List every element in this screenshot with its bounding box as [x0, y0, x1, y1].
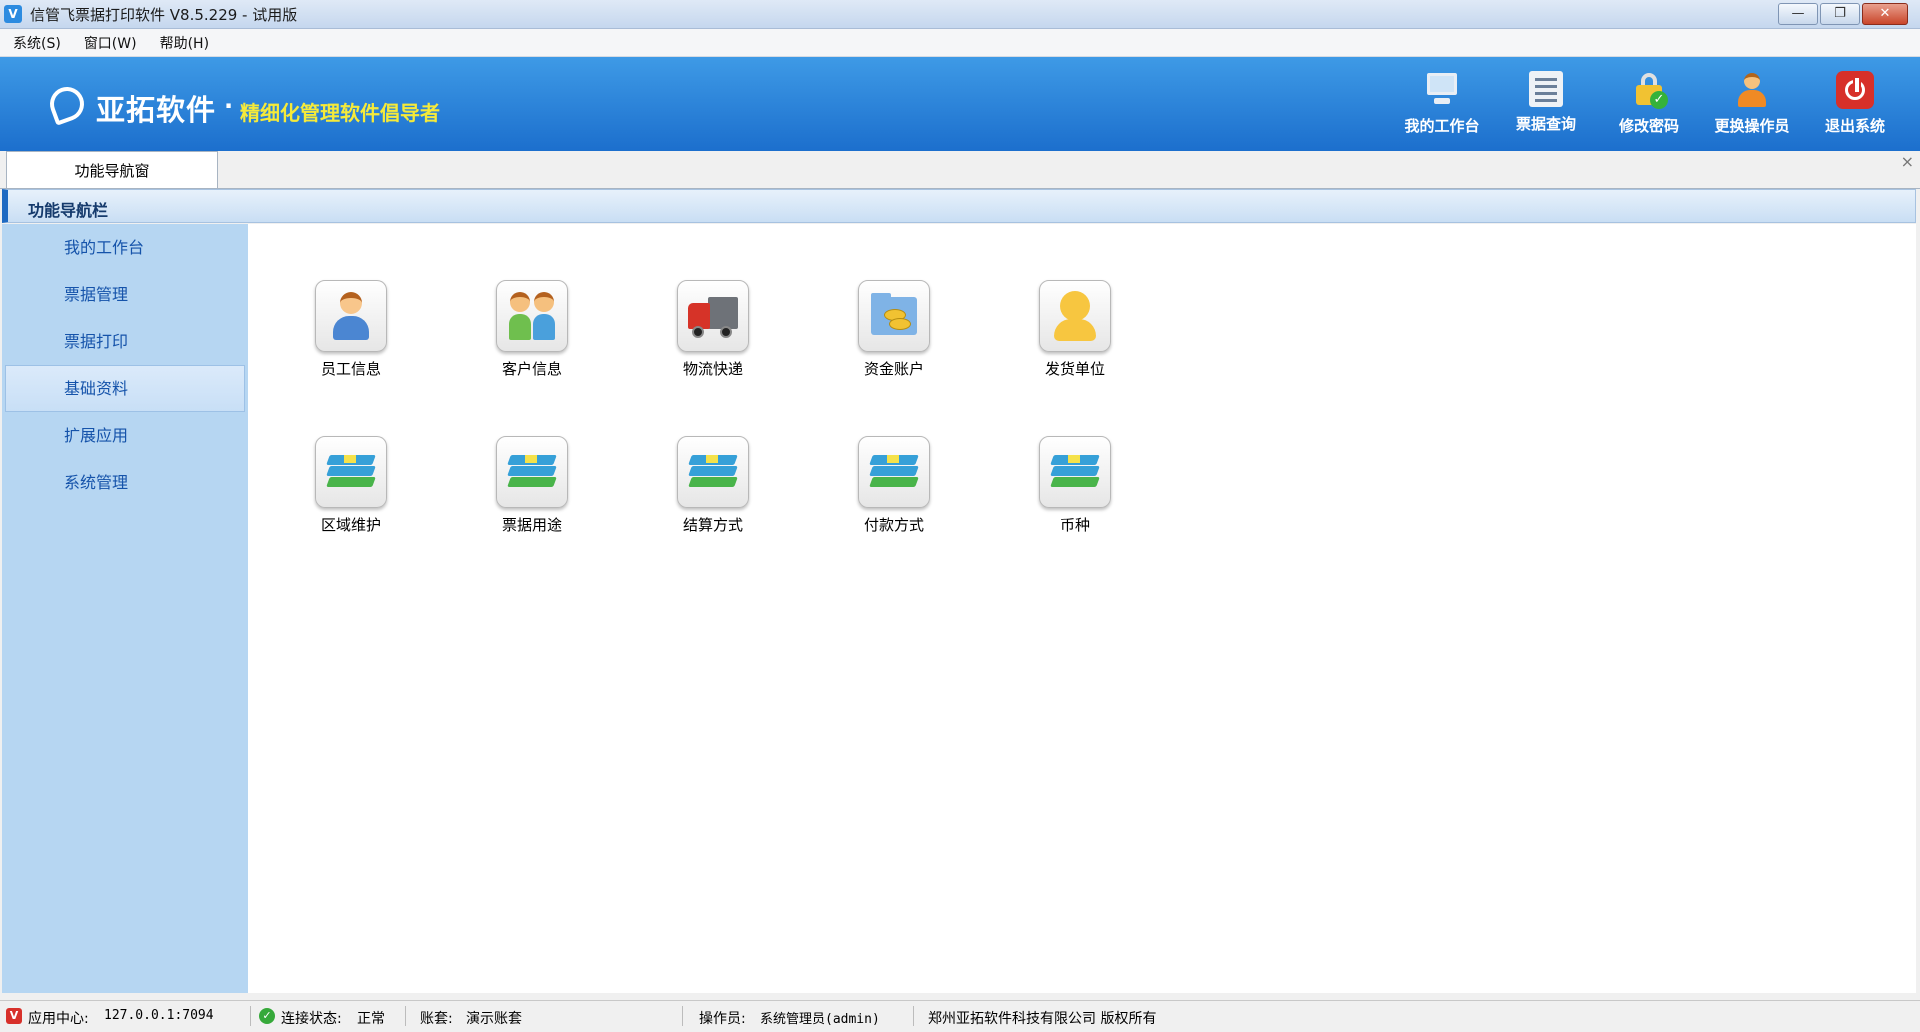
grid-item-shipping-unit[interactable]: 发货单位: [1000, 280, 1150, 379]
brand-name: 亚拓软件: [96, 93, 217, 127]
grid-item-label: 区域维护: [320, 516, 381, 534]
shipper-icon: [1039, 280, 1111, 352]
sidebar-item-system-management[interactable]: 系统管理: [2, 459, 248, 506]
app-center-icon: V: [6, 1008, 22, 1024]
tab-function-navigation[interactable]: 功能导航窗: [6, 151, 218, 188]
monitor-icon: [1423, 71, 1461, 109]
power-icon: [1836, 71, 1874, 109]
grid-item-label: 票据用途: [501, 516, 562, 534]
account-value: 演示账套: [466, 1011, 522, 1027]
app-center-label: 应用中心:: [28, 1011, 89, 1027]
nav-panel-header: 功能导航栏: [2, 189, 1916, 223]
grid-item-label: 付款方式: [863, 516, 924, 534]
toolbar-switch-operator-button[interactable]: 更换操作员: [1702, 71, 1802, 136]
grid-item-label: 员工信息: [320, 360, 381, 378]
toolbar-change-password-button[interactable]: ✓ 修改密码: [1599, 71, 1699, 136]
restore-button[interactable]: ❐: [1820, 3, 1860, 25]
toolbar-label: 修改密码: [1618, 117, 1679, 135]
grid-item-customer-info[interactable]: 客户信息: [457, 280, 607, 379]
toolbar-label: 更换操作员: [1714, 117, 1790, 135]
grid-item-label: 结算方式: [682, 516, 743, 534]
brand-slogan: 精细化管理软件倡导者: [240, 101, 440, 125]
employee-icon: [315, 280, 387, 352]
grid-item-ticket-purpose[interactable]: 票据用途: [457, 436, 607, 535]
grid-item-fund-account[interactable]: 资金账户: [819, 280, 969, 379]
sidebar-item-basic-data[interactable]: 基础资料: [5, 365, 245, 412]
brand-logo-icon: [45, 82, 89, 126]
status-divider: [913, 1006, 914, 1026]
status-bar: V 应用中心: 127.0.0.1:7094 ✓ 连接状态: 正常 账套: 演示…: [0, 1000, 1920, 1032]
sidebar-item-ticket-printing[interactable]: 票据打印: [2, 318, 248, 365]
grid-item-payment-method[interactable]: 付款方式: [819, 436, 969, 535]
books-icon: [1039, 436, 1111, 508]
toolbar-label: 我的工作台: [1404, 117, 1480, 135]
menu-window[interactable]: 窗口(W): [71, 33, 147, 53]
grid-item-label: 发货单位: [1044, 360, 1105, 378]
header-banner: 亚拓软件 · 精细化管理软件倡导者 我的工作台 票据查询 ✓ 修改密码 更换操作…: [0, 57, 1920, 151]
window-controls: — ❐ ✕: [1778, 3, 1908, 25]
app-center-value: 127.0.0.1:7094: [104, 1008, 214, 1023]
list-icon: [1529, 71, 1563, 107]
books-icon: [496, 436, 568, 508]
toolbar-my-workbench-button[interactable]: 我的工作台: [1392, 71, 1492, 136]
grid-item-region[interactable]: 区域维护: [276, 436, 426, 535]
grid-item-label: 资金账户: [863, 360, 924, 378]
connection-value: 正常: [357, 1011, 385, 1027]
grid-item-label: 客户信息: [501, 360, 562, 378]
tab-strip: 功能导航窗 ×: [0, 151, 1920, 189]
operator-value: 系统管理员(admin): [760, 1012, 880, 1027]
toolbar-label: 退出系统: [1824, 117, 1885, 135]
menu-help[interactable]: 帮助(H): [147, 33, 219, 53]
toolbar-ticket-query-button[interactable]: 票据查询: [1496, 71, 1596, 134]
status-divider: [405, 1006, 406, 1026]
connection-label: 连接状态:: [281, 1011, 342, 1027]
status-divider: [682, 1006, 683, 1026]
close-icon[interactable]: ×: [1901, 152, 1914, 171]
nav-panel-title: 功能导航栏: [28, 201, 109, 220]
toolbar-exit-button[interactable]: 退出系统: [1805, 71, 1905, 136]
fund-folder-icon: [858, 280, 930, 352]
check-icon: ✓: [259, 1008, 275, 1024]
status-divider: [250, 1006, 251, 1026]
menu-system[interactable]: 系统(S): [0, 33, 71, 53]
toolbar-label: 票据查询: [1515, 115, 1576, 133]
account-label: 账套:: [420, 1011, 453, 1027]
person-icon: [1733, 71, 1771, 109]
window-title: 信管飞票据打印软件 V8.5.229 - 试用版: [30, 6, 298, 24]
truck-icon: [677, 280, 749, 352]
grid-item-settlement-method[interactable]: 结算方式: [638, 436, 788, 535]
grid-item-logistics[interactable]: 物流快递: [638, 280, 788, 379]
sidebar: 我的工作台 票据管理 票据打印 基础资料 扩展应用 系统管理: [2, 224, 248, 993]
copyright-text: 郑州亚拓软件科技有限公司 版权所有: [928, 1011, 1157, 1027]
grid-item-currency[interactable]: 币种: [1000, 436, 1150, 535]
grid-item-employee-info[interactable]: 员工信息: [276, 280, 426, 379]
grid-item-label: 物流快递: [682, 360, 743, 378]
operator-label: 操作员:: [699, 1011, 746, 1027]
menu-bar: 系统(S) 窗口(W) 帮助(H): [0, 29, 1920, 57]
app-logo-icon: V: [4, 5, 22, 23]
minimize-button[interactable]: —: [1778, 3, 1818, 25]
books-icon: [315, 436, 387, 508]
lock-icon: ✓: [1630, 71, 1668, 109]
customers-icon: [496, 280, 568, 352]
main-content: 员工信息 客户信息 物流快递 资金账户 发货单位 区域维护 票据用途 结算方式 …: [248, 224, 1916, 993]
books-icon: [677, 436, 749, 508]
sidebar-item-ticket-management[interactable]: 票据管理: [2, 271, 248, 318]
close-button[interactable]: ✕: [1862, 3, 1908, 25]
brand-separator: ·: [224, 92, 234, 120]
title-bar: V 信管飞票据打印软件 V8.5.229 - 试用版 — ❐ ✕: [0, 0, 1920, 29]
grid-item-label: 币种: [1059, 516, 1090, 534]
sidebar-item-my-workbench[interactable]: 我的工作台: [2, 224, 248, 271]
sidebar-item-extended-apps[interactable]: 扩展应用: [2, 412, 248, 459]
books-icon: [858, 436, 930, 508]
